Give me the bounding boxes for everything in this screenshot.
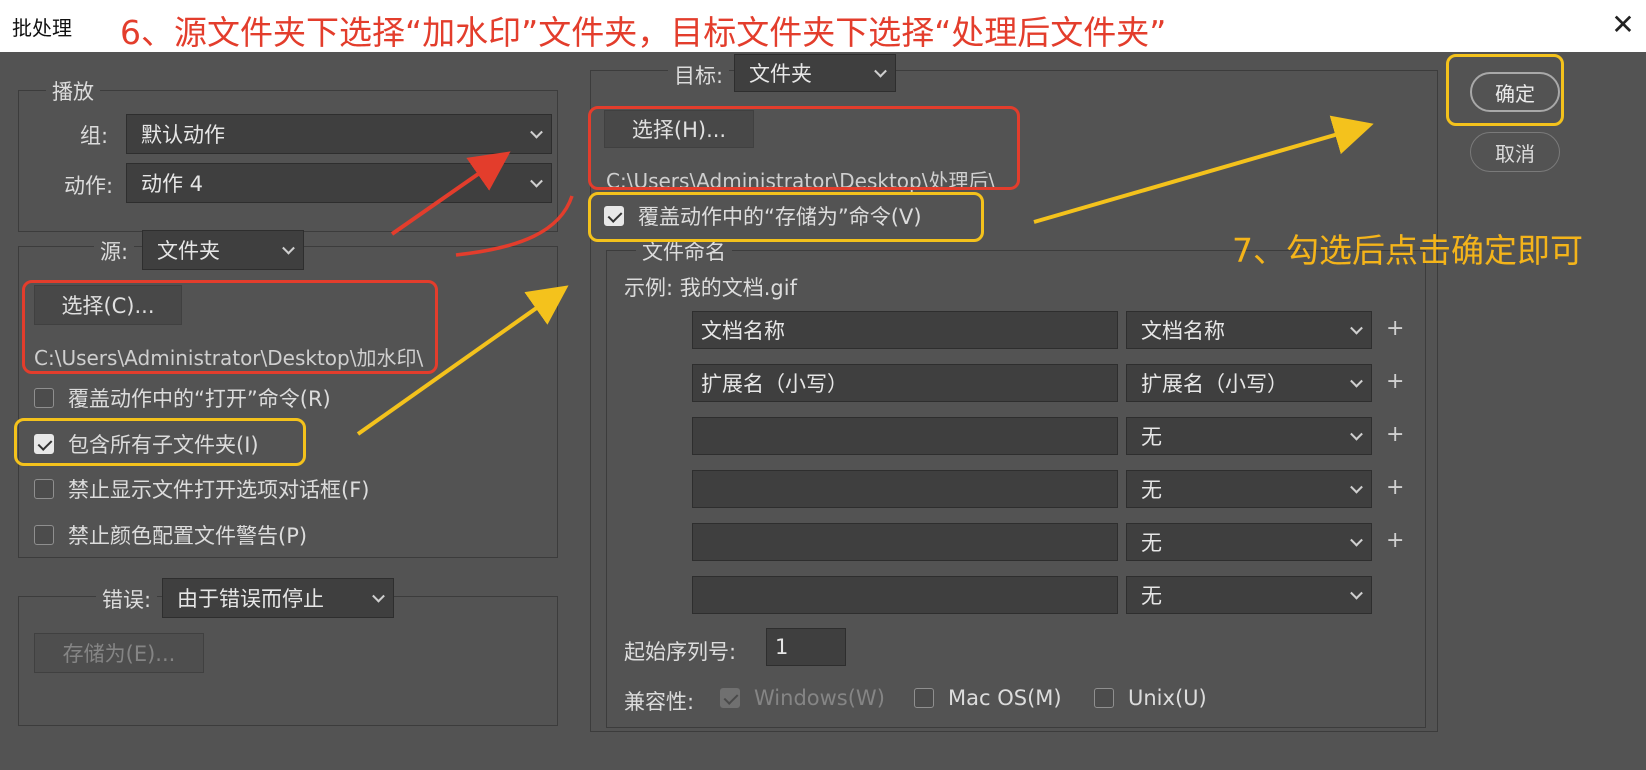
group-select[interactable]: 默认动作 — [126, 114, 552, 154]
add-row-icon[interactable]: + — [1386, 528, 1404, 553]
naming-text-3[interactable] — [692, 417, 1118, 455]
action-label: 动作: — [64, 174, 114, 198]
step7-annotation: 7、勾选后点击确定即可 — [1232, 231, 1583, 270]
chevron-down-icon — [530, 174, 543, 188]
action-select[interactable]: 动作 4 — [126, 163, 552, 203]
select-value: 无 — [1141, 478, 1162, 502]
source-path: C:\Users\Administrator\Desktop\加水印\ — [34, 346, 424, 370]
chevron-down-icon — [874, 64, 887, 78]
override-open-checkbox[interactable]: 覆盖动作中的“打开”命令(R) — [34, 383, 331, 413]
window-title: 批处理 — [12, 16, 72, 40]
checkbox-label: Unix(U) — [1128, 686, 1207, 710]
naming-select-4[interactable]: 无 — [1126, 470, 1372, 508]
checkbox-box[interactable] — [1094, 688, 1114, 708]
source-select-value: 文件夹 — [157, 239, 220, 263]
target-label: 目标: — [668, 60, 730, 90]
error-select[interactable]: 由于错误而停止 — [162, 578, 394, 618]
select-value: 无 — [1141, 531, 1162, 555]
target-select[interactable]: 文件夹 — [734, 54, 896, 92]
add-row-icon[interactable]: + — [1386, 422, 1404, 447]
naming-select-3[interactable]: 无 — [1126, 417, 1372, 455]
chevron-down-icon — [1350, 427, 1363, 441]
chevron-down-icon — [1350, 533, 1363, 547]
chevron-down-icon — [530, 125, 543, 139]
compat-unix-checkbox[interactable]: Unix(U) — [1094, 686, 1207, 710]
error-select-value: 由于错误而停止 — [177, 587, 324, 611]
source-label: 源: — [94, 236, 135, 266]
checkbox-box-checked[interactable] — [34, 434, 54, 454]
naming-text-5[interactable] — [692, 523, 1118, 561]
override-save-checkbox[interactable]: 覆盖动作中的“存储为”命令(V) — [604, 201, 922, 231]
checkbox-box[interactable] — [914, 688, 934, 708]
checkbox-label: 包含所有子文件夹(I) — [68, 433, 259, 457]
checkbox-label: 禁止颜色配置文件警告(P) — [68, 524, 308, 548]
chevron-down-icon — [1350, 586, 1363, 600]
target-choose-button[interactable]: 选择(H)... — [604, 110, 754, 148]
checkbox-box-checked[interactable] — [604, 206, 624, 226]
chevron-down-icon — [282, 241, 295, 255]
target-path: C:\Users\Administrator\Desktop\处理后\ — [606, 169, 996, 193]
checkbox-box[interactable] — [34, 388, 54, 408]
play-legend: 播放 — [46, 76, 100, 106]
naming-text-4[interactable] — [692, 470, 1118, 508]
naming-select-2[interactable]: 扩展名（小写） — [1126, 364, 1372, 402]
naming-example: 示例: 我的文档.gif — [624, 276, 797, 300]
checkbox-label: 覆盖动作中的“存储为”命令(V) — [638, 205, 922, 229]
target-select-value: 文件夹 — [749, 62, 812, 86]
step6-annotation: 6、源文件夹下选择“加水印”文件夹，目标文件夹下选择“处理后文件夹” — [120, 13, 1167, 52]
suppress-color-warning-checkbox[interactable]: 禁止颜色配置文件警告(P) — [34, 520, 307, 550]
play-group — [18, 90, 558, 232]
chevron-down-icon — [1350, 374, 1363, 388]
save-as-button[interactable]: 存储为(E)... — [34, 633, 204, 673]
naming-text-6[interactable] — [692, 576, 1118, 614]
checkbox-label: 禁止显示文件打开选项对话框(F) — [68, 478, 370, 502]
naming-text-1[interactable]: 文档名称 — [692, 311, 1118, 349]
chevron-down-icon — [372, 589, 385, 603]
naming-text-2[interactable]: 扩展名（小写） — [692, 364, 1118, 402]
ok-button[interactable]: 确定 — [1470, 72, 1560, 112]
error-label: 错误: — [96, 584, 158, 614]
close-icon[interactable]: ✕ — [1608, 8, 1638, 41]
compat-label: 兼容性: — [624, 690, 695, 714]
select-value: 扩展名（小写） — [1141, 372, 1288, 396]
checkbox-label: Mac OS(M) — [948, 686, 1062, 710]
start-serial-label: 起始序列号: — [624, 640, 737, 664]
cancel-button[interactable]: 取消 — [1470, 132, 1560, 172]
compat-windows-checkbox[interactable]: Windows(W) — [720, 686, 885, 710]
source-choose-button[interactable]: 选择(C)... — [34, 285, 182, 325]
naming-select-6[interactable]: 无 — [1126, 576, 1372, 614]
select-value: 无 — [1141, 425, 1162, 449]
start-serial-input[interactable]: 1 — [766, 628, 846, 666]
include-subfolders-checkbox[interactable]: 包含所有子文件夹(I) — [34, 429, 259, 459]
chevron-down-icon — [1350, 480, 1363, 494]
select-value: 无 — [1141, 584, 1162, 608]
checkbox-box-checked[interactable] — [720, 688, 740, 708]
naming-select-5[interactable]: 无 — [1126, 523, 1372, 561]
checkbox-label: 覆盖动作中的“打开”命令(R) — [68, 387, 331, 411]
group-label: 组: — [80, 124, 109, 148]
suppress-open-dialog-checkbox[interactable]: 禁止显示文件打开选项对话框(F) — [34, 474, 369, 504]
checkbox-box[interactable] — [34, 479, 54, 499]
source-select[interactable]: 文件夹 — [142, 230, 304, 270]
chevron-down-icon — [1350, 321, 1363, 335]
add-row-icon[interactable]: + — [1386, 475, 1404, 500]
checkbox-box[interactable] — [34, 525, 54, 545]
group-select-value: 默认动作 — [141, 123, 225, 147]
select-value: 文档名称 — [1141, 319, 1225, 343]
add-row-icon[interactable]: + — [1386, 369, 1404, 394]
compat-macos-checkbox[interactable]: Mac OS(M) — [914, 686, 1062, 710]
checkbox-label: Windows(W) — [754, 686, 885, 710]
naming-legend: 文件命名 — [636, 236, 732, 266]
action-select-value: 动作 4 — [141, 172, 204, 196]
naming-select-1[interactable]: 文档名称 — [1126, 311, 1372, 349]
add-row-icon[interactable]: + — [1386, 316, 1404, 341]
